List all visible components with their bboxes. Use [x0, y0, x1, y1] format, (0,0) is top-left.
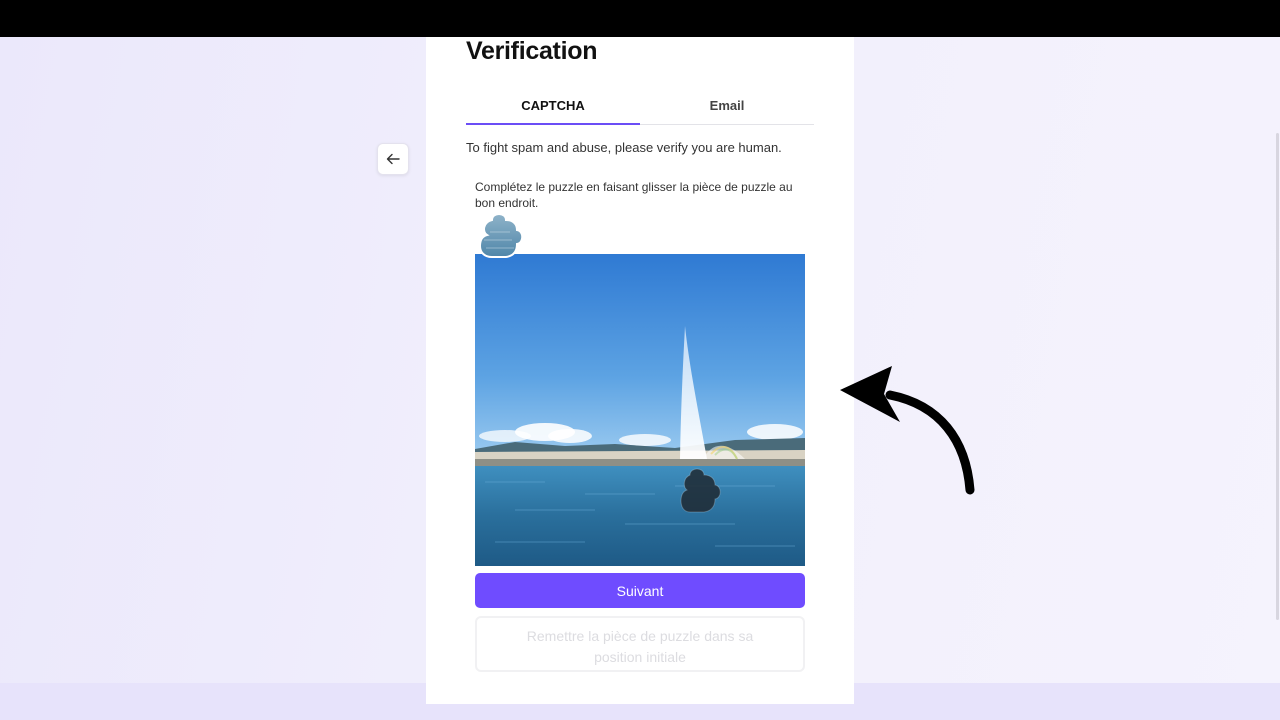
page-scrollbar[interactable] [1276, 133, 1279, 620]
captcha-image [475, 254, 805, 566]
curved-arrow-icon [840, 366, 975, 495]
arrow-left-icon [386, 153, 400, 165]
puzzle-piece-draggable[interactable] [476, 210, 532, 266]
tab-captcha[interactable]: CAPTCHA [466, 95, 640, 125]
back-button[interactable] [377, 143, 409, 175]
next-button[interactable]: Suivant [475, 573, 805, 608]
intro-text: To fight spam and abuse, please verify y… [466, 140, 782, 155]
tab-email[interactable]: Email [640, 95, 814, 125]
tab-bar: CAPTCHA Email [466, 95, 814, 125]
top-black-bar [0, 0, 1280, 37]
puzzle-instruction: Complétez le puzzle en faisant glisser l… [475, 180, 793, 210]
reset-puzzle-button[interactable]: Remettre la pièce de puzzle dans sa posi… [475, 616, 805, 672]
verification-card: Verification CAPTCHA Email To fight spam… [426, 37, 854, 704]
page-title: Verification [466, 37, 598, 65]
